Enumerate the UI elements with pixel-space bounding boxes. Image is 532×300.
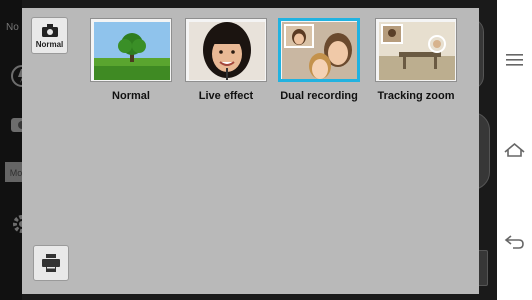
print-button[interactable]	[33, 245, 69, 281]
mode-normal[interactable]: Normal	[90, 18, 172, 108]
current-mode-label: Normal	[35, 40, 64, 49]
printer-icon	[42, 254, 60, 272]
mode-dual-recording[interactable]: Dual recording	[278, 18, 360, 108]
mode-tracking-zoom[interactable]: Tracking zoom	[375, 18, 457, 108]
menu-button[interactable]	[499, 44, 530, 75]
menu-icon	[506, 54, 523, 66]
left-rail-text: No	[6, 22, 19, 33]
face-portrait-thumbnail	[185, 18, 267, 82]
camera-screen: No Mode Normal Normal Live effect Dual r…	[0, 0, 532, 300]
system-navigation-bar	[497, 0, 532, 300]
home-button[interactable]	[499, 135, 530, 166]
left-control-rail	[0, 0, 22, 300]
landscape-tree-thumbnail	[90, 18, 172, 82]
mode-label: Normal	[112, 90, 150, 102]
mode-live-effect[interactable]: Live effect	[185, 18, 267, 108]
back-icon	[504, 235, 524, 249]
camera-icon	[42, 24, 58, 37]
mode-label: Live effect	[198, 90, 254, 102]
mode-label: Tracking zoom	[377, 90, 455, 102]
back-button[interactable]	[499, 225, 530, 256]
tracking-zoom-thumbnail	[375, 18, 457, 82]
dual-recording-thumbnail	[278, 18, 360, 82]
current-mode-button[interactable]: Normal	[31, 17, 68, 54]
mode-label: Dual recording	[280, 90, 358, 102]
home-icon	[504, 142, 525, 157]
